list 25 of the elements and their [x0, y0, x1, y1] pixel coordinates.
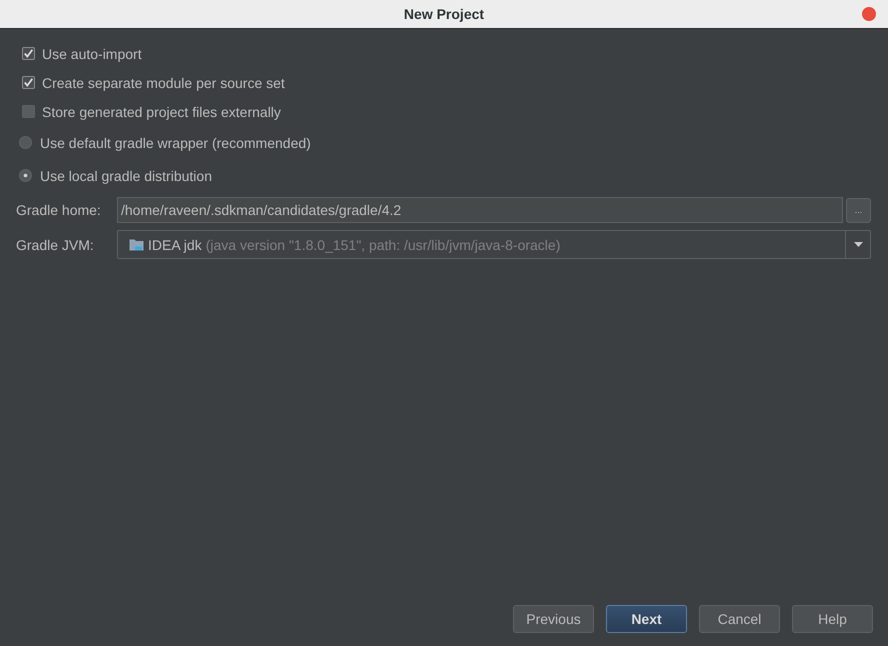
radio-button[interactable] — [19, 169, 32, 182]
jdk-details: (java version "1.8.0_151", path: /usr/lib/jvm/java-8-oracle) — [206, 236, 560, 252]
dialog-button[interactable]: Next — [606, 605, 687, 633]
caret-icon[interactable] — [854, 242, 862, 247]
dialog-button[interactable]: Previous — [513, 605, 594, 633]
field-label: Gradle JVM: — [16, 236, 95, 252]
folder-icon — [129, 238, 144, 251]
radio-label: Use local gradle distribution — [40, 168, 212, 184]
checkbox[interactable] — [22, 76, 35, 89]
jdk-name: IDEA jdk — [148, 236, 202, 252]
checkbox[interactable] — [22, 47, 35, 60]
window-title: New Project — [404, 6, 484, 22]
checkbox-label: Create separate module per source set — [42, 74, 285, 90]
radio-button[interactable] — [19, 136, 32, 149]
jvm-dropdown[interactable]: IDEA jdk (java version "1.8.0_151", path: /usr/lib/jvm/java-8-oracle) — [117, 230, 871, 259]
close-icon[interactable] — [862, 7, 876, 21]
browse-button[interactable]: ... — [846, 198, 871, 222]
checkbox-label: Store generated project files externally — [42, 104, 281, 120]
field-label: Gradle home: — [16, 202, 102, 218]
radio-label: Use default gradle wrapper (recommended) — [40, 134, 311, 150]
checkbox[interactable] — [22, 105, 35, 118]
dialog-button[interactable]: Help — [792, 605, 873, 633]
checkbox-label: Use auto-import — [42, 46, 142, 62]
path-field[interactable]: /home/raveen/.sdkman/candidates/gradle/4.2 — [117, 197, 843, 223]
dialog-button[interactable]: Cancel — [699, 605, 780, 633]
